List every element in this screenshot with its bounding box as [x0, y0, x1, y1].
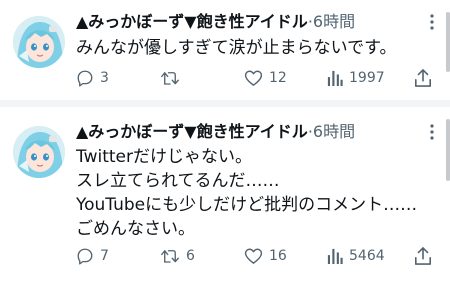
- scrollbar[interactable]: [446, 12, 450, 72]
- display-name[interactable]: ▲みっかぼーず▼飽き性アイドル: [76, 122, 308, 141]
- reply-count: 7: [100, 248, 109, 264]
- heart-icon: [244, 69, 263, 87]
- retweet-icon: [160, 69, 180, 87]
- display-name[interactable]: ▲みっかぼーず▼飽き性アイドル: [76, 12, 308, 31]
- share-button[interactable]: [414, 246, 432, 266]
- action-bar: 7 6 16 5464: [76, 244, 440, 268]
- heart-icon: [244, 247, 263, 265]
- tweet[interactable]: ▲みっかぼーず▼飽き性アイドル·6時間 Twitterだけじゃない。 スレ立てら…: [0, 107, 450, 289]
- like-count: 16: [269, 248, 287, 264]
- tweet-text-line: ごめんなさい。: [76, 219, 195, 239]
- tweet[interactable]: ▲みっかぼーず▼飽き性アイドル·6時間 みんなが優しすぎて涙が止まらないです。 …: [0, 0, 450, 100]
- views-button[interactable]: 5464: [327, 247, 385, 265]
- reply-icon: [76, 69, 94, 87]
- views-icon: [327, 69, 343, 87]
- avatar[interactable]: [13, 16, 65, 68]
- scrollbar[interactable]: [446, 119, 450, 181]
- avatar[interactable]: [13, 126, 65, 178]
- views-button[interactable]: 1997: [327, 69, 385, 87]
- action-bar: 3 12 1997: [76, 66, 440, 90]
- more-dots-icon[interactable]: [424, 120, 440, 144]
- views-icon: [327, 247, 343, 265]
- retweet-button[interactable]: 6: [160, 247, 195, 265]
- tweet-text: みんなが優しすぎて涙が止まらないです。: [76, 36, 430, 60]
- view-count: 1997: [349, 70, 385, 86]
- retweet-icon: [160, 247, 180, 265]
- share-icon: [414, 246, 432, 266]
- reply-count: 3: [100, 70, 109, 86]
- tweet-text: Twitterだけじゃない。 スレ立てられてるんだ…… YouTubeにも少しだ…: [76, 145, 430, 241]
- timestamp[interactable]: 6時間: [313, 12, 355, 31]
- share-icon: [414, 68, 432, 88]
- retweet-count: 6: [186, 248, 195, 264]
- retweet-button[interactable]: [160, 69, 186, 87]
- tweet-header: ▲みっかぼーず▼飽き性アイドル·6時間: [76, 11, 426, 33]
- tweet-text-line: みんなが優しすぎて涙が止まらないです。: [76, 38, 397, 58]
- tweet-header: ▲みっかぼーず▼飽き性アイドル·6時間: [76, 121, 426, 143]
- share-button[interactable]: [414, 68, 432, 88]
- timestamp[interactable]: 6時間: [313, 122, 355, 141]
- reply-button[interactable]: 7: [76, 247, 109, 265]
- view-count: 5464: [349, 248, 385, 264]
- tweet-text-line: YouTubeにも少しだけど批判のコメント……: [76, 195, 418, 215]
- like-button[interactable]: 12: [244, 69, 287, 87]
- reply-button[interactable]: 3: [76, 69, 109, 87]
- more-dots-icon[interactable]: [424, 10, 440, 34]
- like-button[interactable]: 16: [244, 247, 287, 265]
- tweet-text-line: スレ立てられてるんだ……: [76, 171, 280, 191]
- reply-icon: [76, 247, 94, 265]
- tweet-text-line: Twitterだけじゃない。: [76, 147, 252, 167]
- like-count: 12: [269, 70, 287, 86]
